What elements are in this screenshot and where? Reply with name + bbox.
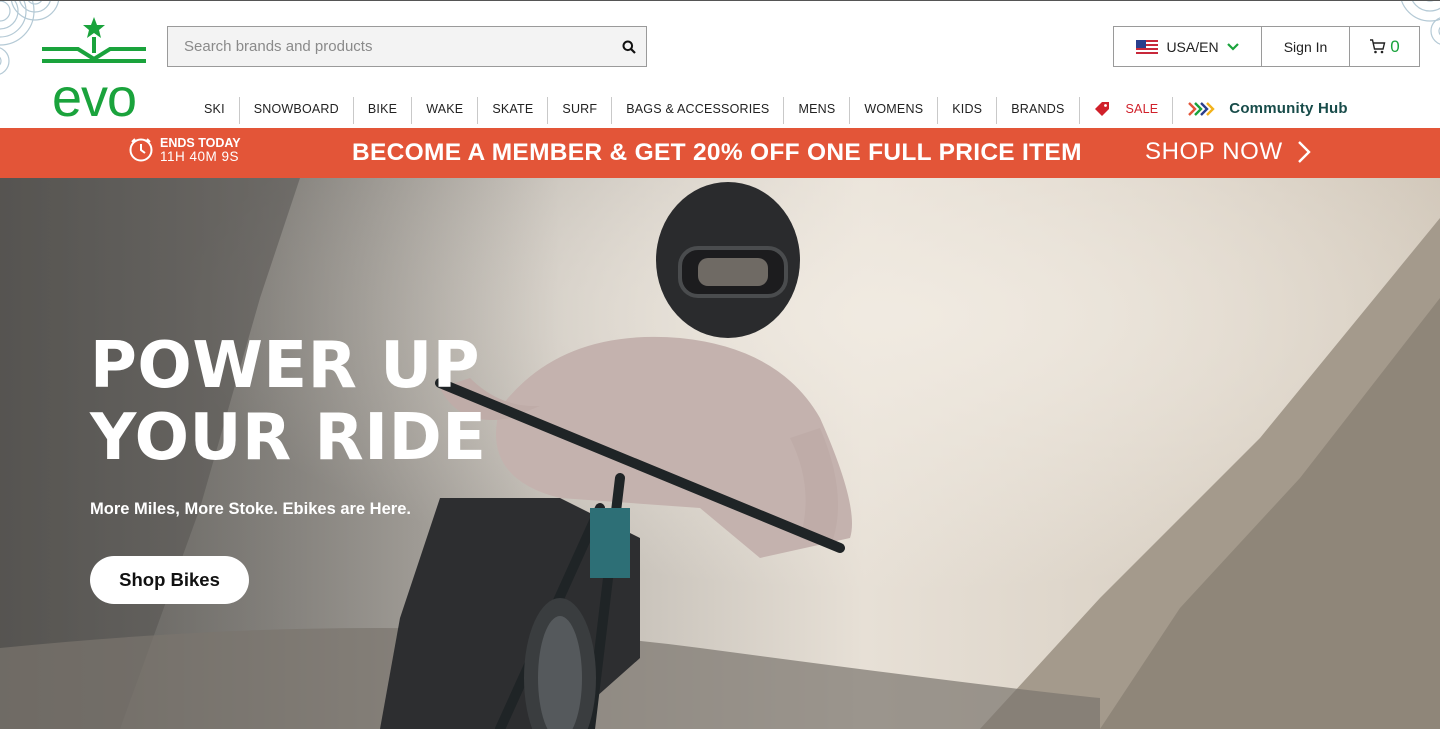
hero-title-line-2: YOUR RIDE [90, 401, 487, 475]
cart-button[interactable]: 0 [1350, 27, 1419, 66]
chevron-right-icon [1297, 141, 1311, 163]
hero-subtitle: More Miles, More Stoke. Ebikes are Here. [90, 500, 411, 518]
locale-label: USA/EN [1166, 38, 1219, 55]
nav-item-snowboard[interactable]: SNOWBOARD [240, 97, 354, 124]
hero-banner: POWER UP YOUR RIDE More Miles, More Stok… [0, 178, 1440, 729]
evo-logo[interactable]: evo [38, 15, 150, 128]
locale-selector[interactable]: USA/EN [1114, 27, 1262, 66]
hero-title: POWER UP YOUR RIDE [90, 330, 486, 474]
cart-icon [1370, 39, 1386, 54]
nav-item-surf[interactable]: SURF [548, 97, 613, 124]
community-hub-icon [1188, 102, 1215, 116]
promo-banner[interactable]: ENDS TODAY 11H 40M 9S BECOME A MEMBER & … [0, 128, 1440, 178]
nav-item-bike[interactable]: BIKE [354, 97, 413, 124]
sign-in-label: Sign In [1283, 38, 1328, 55]
us-flag-icon [1136, 39, 1159, 54]
timer-value: 11H 40M 9S [160, 149, 240, 164]
chevron-down-icon [1226, 42, 1239, 51]
nav-item-wake[interactable]: WAKE [412, 97, 479, 124]
countdown-timer: ENDS TODAY 11H 40M 9S [128, 137, 241, 163]
svg-text:evo: evo [52, 68, 136, 119]
promo-message: BECOME A MEMBER & GET 20% OFF ONE FULL P… [352, 139, 1082, 166]
evo-logo-mark: evo [42, 17, 146, 128]
site-header: evo USA/EN Sign In 0 [0, 0, 1440, 128]
cart-count: 0 [1390, 36, 1400, 56]
hero-title-line-1: POWER UP [90, 329, 481, 403]
nav-item-brands[interactable]: BRANDS [997, 97, 1080, 124]
sale-tag-icon [1094, 102, 1109, 116]
utility-nav: USA/EN Sign In 0 [1113, 26, 1420, 67]
nav-item-womens[interactable]: WOMENS [850, 97, 939, 124]
shop-bikes-button[interactable]: Shop Bikes [90, 556, 249, 604]
nav-item-bags-accessories[interactable]: BAGS & ACCESSORIES [612, 97, 785, 124]
shop-now-label: SHOP NOW [1145, 138, 1283, 165]
nav-item-ski[interactable]: SKI [190, 97, 240, 124]
nav-item-kids[interactable]: KIDS [938, 97, 998, 124]
search-input[interactable] [168, 27, 612, 66]
clock-icon [129, 138, 153, 162]
search-icon[interactable] [612, 27, 646, 66]
nav-item-mens[interactable]: MENS [784, 97, 851, 124]
community-hub-label: Community Hub [1229, 100, 1348, 117]
nav-item-community-hub[interactable]: Community Hub [1173, 97, 1361, 124]
main-nav: SKI SNOWBOARD BIKE WAKE SKATE SURF BAGS … [190, 97, 1362, 128]
sign-in-button[interactable]: Sign In [1262, 27, 1350, 66]
nav-item-sale[interactable]: SALE [1080, 97, 1174, 124]
search-bar [167, 26, 647, 67]
nav-item-skate[interactable]: SKATE [478, 97, 549, 124]
shop-now-link[interactable]: SHOP NOW [1145, 138, 1311, 166]
hero-copy: POWER UP YOUR RIDE More Miles, More Stok… [90, 330, 486, 519]
sale-label: SALE [1125, 102, 1159, 116]
